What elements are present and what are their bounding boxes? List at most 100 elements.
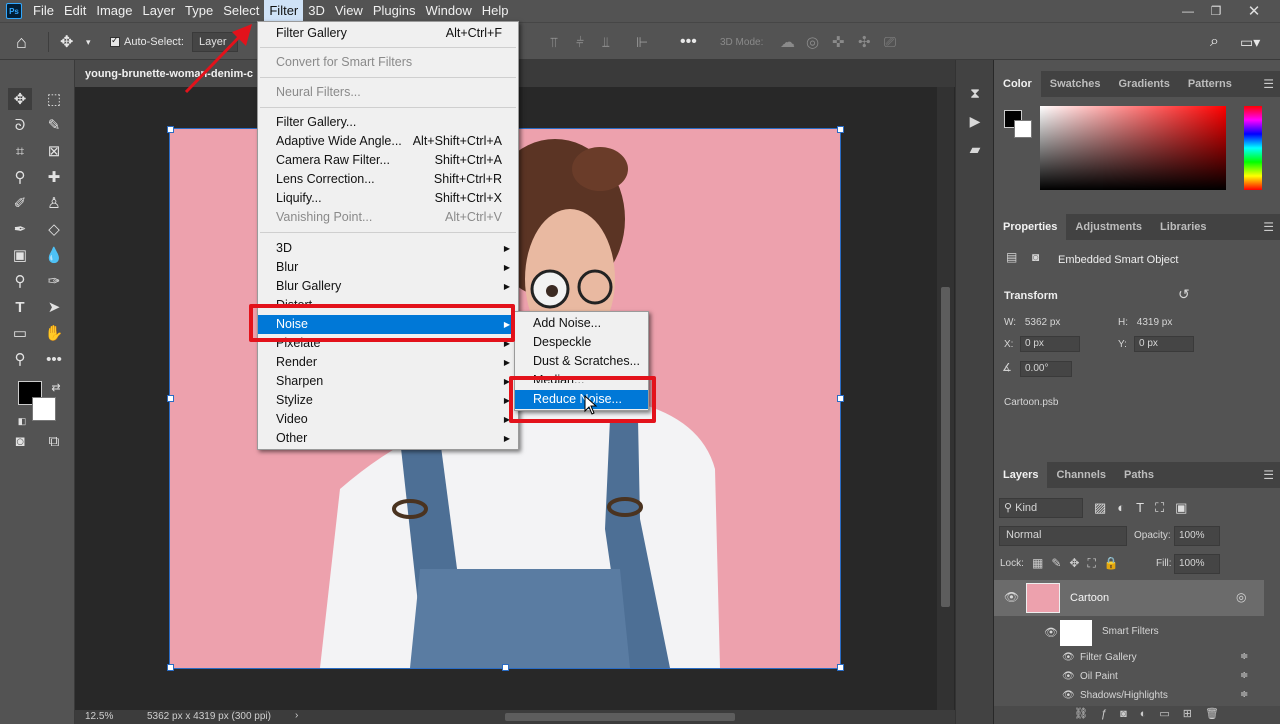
healing-tool-icon[interactable]: ✚: [42, 166, 66, 188]
menu-item-adaptive-wide-angle[interactable]: Adaptive Wide Angle... Alt+Shift+Ctrl+A: [258, 132, 518, 151]
brush-tool-icon[interactable]: ✐: [8, 192, 32, 214]
transform-handle[interactable]: [837, 664, 844, 671]
visibility-eye-icon[interactable]: 👁: [1062, 652, 1075, 663]
actions-play-icon[interactable]: ▶: [964, 110, 986, 132]
slide-3d-icon[interactable]: ✣: [858, 23, 871, 61]
menu-item-sharpen[interactable]: Sharpen ▶: [258, 372, 518, 391]
mask-icon[interactable]: ◙: [1032, 250, 1039, 264]
menu-item-video[interactable]: Video ▶: [258, 410, 518, 429]
menu-item-blur[interactable]: Blur ▶: [258, 258, 518, 277]
rectangle-tool-icon[interactable]: ▭: [8, 322, 32, 344]
menu-item-dust-scratches[interactable]: Dust & Scratches...: [515, 352, 648, 371]
frame-tool-icon[interactable]: ⊠: [42, 140, 66, 162]
menu-plugins[interactable]: Plugins: [368, 0, 421, 22]
swap-colors-icon[interactable]: ⇄: [44, 376, 68, 398]
quick-select-tool-icon[interactable]: ✎: [42, 114, 66, 136]
panel-menu-icon[interactable]: ☰: [1263, 77, 1274, 91]
orbit-3d-icon[interactable]: ☁: [780, 23, 795, 61]
align-bottom-icon[interactable]: ⫫: [602, 23, 610, 61]
visibility-eye-icon[interactable]: 👁: [1044, 626, 1058, 639]
dodge-tool-icon[interactable]: ⚲: [8, 270, 32, 292]
transform-handle[interactable]: [167, 664, 174, 671]
roll-3d-icon[interactable]: ◎: [806, 23, 819, 61]
panel-menu-icon[interactable]: ☰: [1263, 220, 1274, 234]
type-tool-icon[interactable]: T: [8, 296, 32, 318]
layer-name[interactable]: Cartoon: [1070, 592, 1109, 604]
default-colors-icon[interactable]: ◧: [10, 410, 34, 432]
horizontal-scrollbar[interactable]: [505, 713, 735, 721]
x-position-field[interactable]: 0 px: [1020, 336, 1080, 352]
stamp-tool-icon[interactable]: ♙: [42, 192, 66, 214]
tab-layers[interactable]: Layers: [994, 462, 1048, 488]
menu-layer[interactable]: Layer: [138, 0, 181, 22]
lasso-tool-icon[interactable]: ᘐ: [8, 114, 32, 136]
comments-icon[interactable]: ▰: [964, 138, 986, 160]
background-color-swatch[interactable]: [32, 397, 56, 421]
align-left-icon[interactable]: ⊩: [636, 23, 648, 61]
filter-row[interactable]: 👁 Oil Paint ≑: [994, 669, 1264, 687]
height-value[interactable]: 4319 px: [1137, 317, 1173, 328]
filter-row[interactable]: 👁 Shadows/Highlights ≑: [994, 688, 1264, 706]
blur-tool-icon[interactable]: 💧: [42, 244, 66, 266]
width-value[interactable]: 5362 px: [1025, 317, 1061, 328]
history-icon[interactable]: ⧗: [964, 82, 986, 104]
gradient-tool-icon[interactable]: ▣: [8, 244, 32, 266]
screen-mode-icon[interactable]: ⧉: [42, 430, 66, 452]
tab-properties[interactable]: Properties: [994, 214, 1067, 240]
align-top-icon[interactable]: ⫪: [550, 23, 558, 61]
eraser-tool-icon[interactable]: ◇: [42, 218, 66, 240]
zoom-tool-icon[interactable]: ⚲: [8, 348, 32, 370]
visibility-eye-icon[interactable]: 👁: [1062, 671, 1075, 682]
search-icon[interactable]: ⌕: [1210, 23, 1219, 61]
pan-3d-icon[interactable]: ✜: [832, 23, 845, 61]
quick-mask-icon[interactable]: ◙: [8, 430, 32, 452]
menu-filter[interactable]: Filter: [264, 0, 304, 22]
filter-options-icon[interactable]: ≑: [1240, 689, 1248, 700]
menu-image[interactable]: Image: [91, 0, 137, 22]
menu-window[interactable]: Window: [420, 0, 476, 22]
menu-item-last-filter[interactable]: Filter Gallery Alt+Ctrl+F: [258, 24, 518, 43]
angle-field[interactable]: 0.00°: [1020, 361, 1072, 377]
lock-icons[interactable]: ▦✎✥⛶🔒: [1032, 556, 1127, 571]
menu-item-camera-raw-filter[interactable]: Camera Raw Filter... Shift+Ctrl+A: [258, 151, 518, 170]
filter-name[interactable]: Filter Gallery: [1080, 652, 1137, 663]
menu-item-stylize[interactable]: Stylize ▶: [258, 391, 518, 410]
transform-handle[interactable]: [167, 395, 174, 402]
status-arrow-icon[interactable]: ›: [295, 710, 298, 721]
vertical-scrollbar[interactable]: [937, 87, 954, 710]
filter-name[interactable]: Shadows/Highlights: [1080, 690, 1168, 701]
move-tool-icon[interactable]: ✥: [8, 88, 32, 110]
menu-item-blur-gallery[interactable]: Blur Gallery ▶: [258, 277, 518, 296]
transform-handle[interactable]: [837, 126, 844, 133]
zoom-level[interactable]: 12.5%: [85, 711, 113, 722]
background-color-swatch[interactable]: [1014, 120, 1032, 138]
color-field[interactable]: [1040, 106, 1226, 190]
home-icon[interactable]: ⌂: [16, 23, 27, 61]
layer-row[interactable]: 👁 Cartoon ◎: [994, 580, 1264, 616]
menu-edit[interactable]: Edit: [59, 0, 91, 22]
transform-handle[interactable]: [837, 395, 844, 402]
marquee-tool-icon[interactable]: ⬚: [42, 88, 66, 110]
hand-tool-icon[interactable]: ✋: [42, 322, 66, 344]
visibility-eye-icon[interactable]: 👁: [1004, 590, 1019, 604]
path-select-tool-icon[interactable]: ➤: [42, 296, 66, 318]
hue-slider[interactable]: [1244, 106, 1262, 190]
menu-help[interactable]: Help: [477, 0, 514, 22]
tab-libraries[interactable]: Libraries: [1151, 214, 1215, 240]
layer-kind-filter[interactable]: ⚲ Kind: [999, 498, 1083, 518]
menu-item-add-noise[interactable]: Add Noise...: [515, 314, 648, 333]
transform-handle[interactable]: [502, 664, 509, 671]
tab-paths[interactable]: Paths: [1115, 462, 1163, 488]
filter-name[interactable]: Oil Paint: [1080, 671, 1118, 682]
menu-item-other[interactable]: Other ▶: [258, 429, 518, 448]
filter-options-icon[interactable]: ≑: [1240, 670, 1248, 681]
tab-swatches[interactable]: Swatches: [1041, 71, 1110, 97]
transform-handle[interactable]: [167, 126, 174, 133]
restore-icon[interactable]: ❐: [1200, 0, 1232, 22]
fill-field[interactable]: 100%: [1174, 554, 1220, 574]
filter-row[interactable]: 👁 Filter Gallery ≑: [994, 650, 1264, 668]
menu-view[interactable]: View: [330, 0, 368, 22]
layer-action-icons[interactable]: ⛓ƒ◙◐▭⊞🗑: [1074, 707, 1232, 720]
y-position-field[interactable]: 0 px: [1134, 336, 1194, 352]
more-tools-icon[interactable]: •••: [42, 348, 66, 370]
